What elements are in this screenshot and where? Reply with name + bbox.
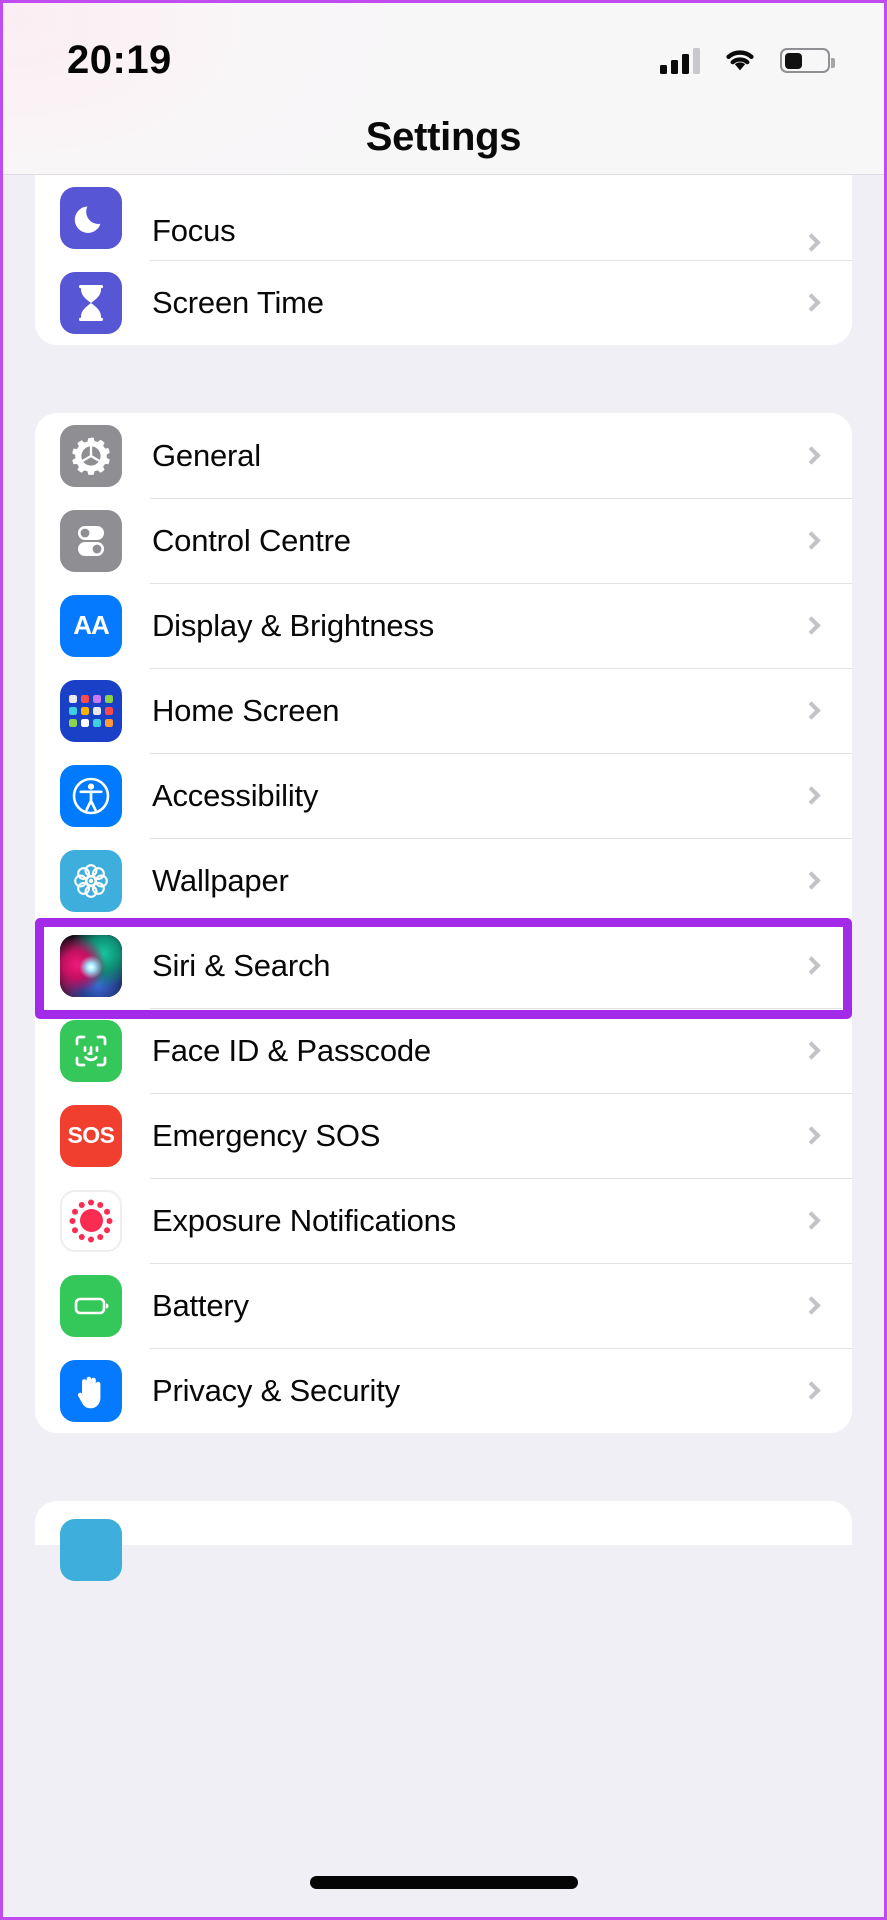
home-indicator — [309, 1876, 578, 1889]
status-bar-indicators — [660, 45, 835, 77]
exposure-dot — [104, 1208, 111, 1215]
chevron-right-icon — [802, 786, 821, 805]
settings-row-partial[interactable] — [35, 1501, 852, 1581]
settings-row-wallpaper[interactable]: Wallpaper — [35, 838, 852, 923]
settings-row-control-centre[interactable]: Control Centre — [35, 498, 852, 583]
settings-row-label: General — [152, 437, 261, 473]
flower-icon — [60, 849, 122, 912]
gear-icon — [60, 424, 122, 487]
chevron-right-icon — [802, 616, 821, 635]
exposure-dot — [106, 1217, 113, 1224]
hand-icon — [60, 1359, 122, 1422]
settings-group-system: General Control Centre AA Display & Brig… — [35, 413, 852, 1433]
exposure-dot — [97, 1201, 104, 1208]
chevron-right-icon — [802, 1381, 821, 1400]
exposure-dot — [88, 1236, 94, 1242]
app-icon-partial — [60, 1519, 122, 1581]
toggles-icon — [60, 509, 122, 572]
settings-row-focus[interactable]: Focus — [35, 175, 852, 260]
face-id-icon — [60, 1019, 122, 1082]
iphone-settings-screen: 20:19 Settings Focus Screen Time General… — [0, 0, 887, 1920]
page-title: Settings — [365, 115, 522, 159]
app-dot-grid — [68, 694, 114, 727]
settings-row-privacy-security[interactable]: Privacy & Security — [35, 1348, 852, 1433]
battery-icon — [780, 48, 835, 73]
exposure-dot — [78, 1201, 85, 1208]
chevron-right-icon — [802, 1211, 821, 1230]
exposure-dot — [104, 1226, 111, 1233]
settings-row-label: Accessibility — [152, 777, 319, 813]
chevron-right-icon — [802, 446, 821, 465]
settings-row-home-screen[interactable]: Home Screen — [35, 668, 852, 753]
status-bar: 20:19 — [3, 3, 884, 118]
aa-text-icon: AA — [60, 594, 122, 657]
chevron-right-icon — [802, 531, 821, 550]
settings-row-label: Battery — [152, 1287, 249, 1323]
settings-row-label: Emergency SOS — [152, 1117, 381, 1153]
settings-row-label: Wallpaper — [152, 862, 289, 898]
settings-row-emergency-sos[interactable]: SOS Emergency SOS — [35, 1093, 852, 1178]
chevron-right-icon — [802, 1296, 821, 1315]
wifi-icon — [722, 45, 758, 77]
group-spacer-bottom — [3, 1433, 884, 1501]
exposure-dot — [97, 1233, 104, 1240]
exposure-dot — [69, 1217, 76, 1224]
settings-group-focus: Focus Screen Time — [35, 175, 852, 345]
app-grid-icon — [60, 679, 122, 742]
settings-row-battery[interactable]: Battery — [35, 1263, 852, 1348]
exposure-dot — [88, 1199, 94, 1205]
settings-row-label: Face ID & Passcode — [152, 1032, 431, 1068]
exposure-dot — [71, 1226, 78, 1233]
hourglass-icon — [60, 271, 122, 334]
accessibility-person-icon — [60, 764, 122, 827]
settings-row-screen-time[interactable]: Screen Time — [35, 260, 852, 345]
chevron-right-icon — [802, 701, 821, 720]
settings-row-label: Siri & Search — [152, 947, 331, 983]
exposure-ring — [68, 1198, 114, 1244]
exposure-dot — [78, 1233, 85, 1240]
sos-icon: SOS — [60, 1104, 122, 1167]
settings-row-general[interactable]: General — [35, 413, 852, 498]
settings-scroll-list[interactable]: Focus Screen Time General Control Centre… — [3, 175, 884, 1917]
chevron-right-icon — [802, 233, 821, 252]
settings-row-accessibility[interactable]: Accessibility — [35, 753, 852, 838]
settings-row-label: Focus — [152, 213, 236, 248]
navigation-header: 20:19 Settings — [3, 3, 884, 175]
settings-row-label: Display & Brightness — [152, 607, 435, 643]
siri-orb-icon — [60, 934, 122, 997]
settings-row-siri-search[interactable]: Siri & Search — [35, 923, 852, 1008]
settings-row-label: Screen Time — [152, 284, 324, 320]
cellular-signal-icon — [660, 47, 700, 74]
exposure-dot — [71, 1208, 78, 1215]
settings-row-label: Privacy & Security — [152, 1372, 400, 1408]
settings-group-next-partial — [35, 1501, 852, 1581]
status-bar-clock: 20:19 — [67, 38, 172, 82]
settings-row-display-brightness[interactable]: AA Display & Brightness — [35, 583, 852, 668]
moon-icon — [60, 187, 122, 249]
settings-row-exposure-notifications[interactable]: Exposure Notifications — [35, 1178, 852, 1263]
settings-row-face-id-passcode[interactable]: Face ID & Passcode — [35, 1008, 852, 1093]
battery-icon — [60, 1274, 122, 1337]
chevron-right-icon — [802, 1126, 821, 1145]
chevron-right-icon — [802, 293, 821, 312]
settings-row-label: Home Screen — [152, 692, 340, 728]
settings-row-label: Exposure Notifications — [152, 1202, 457, 1238]
sos-glyph: SOS — [67, 1122, 115, 1148]
aa-glyph: AA — [73, 610, 110, 640]
chevron-right-icon — [802, 1041, 821, 1060]
settings-row-label: Control Centre — [152, 522, 351, 558]
chevron-right-icon — [802, 871, 821, 890]
exposure-dots-icon — [60, 1189, 122, 1252]
chevron-right-icon — [802, 956, 821, 975]
